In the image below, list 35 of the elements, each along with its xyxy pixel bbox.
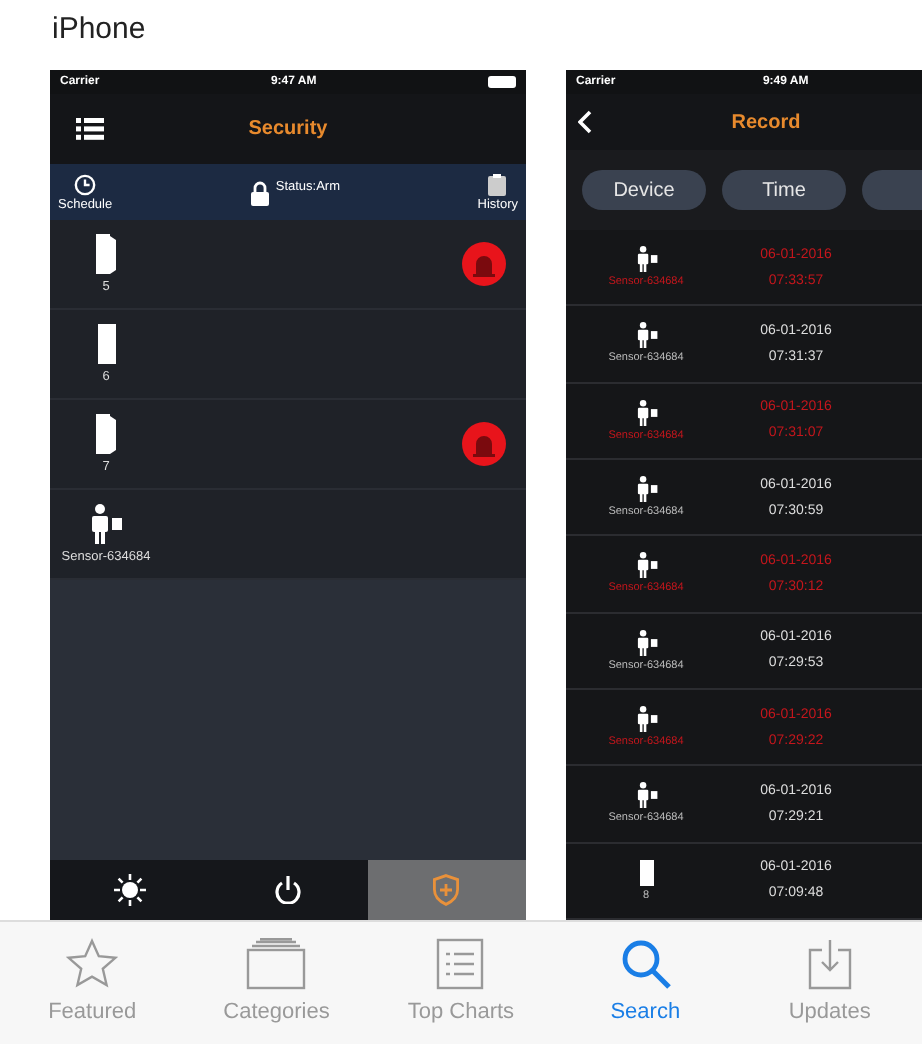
download-tray-icon [807, 938, 852, 990]
person-sensor-icon [635, 322, 657, 349]
lock-icon [249, 179, 270, 205]
person-sensor-icon [635, 629, 657, 656]
person-sensor-icon [635, 476, 657, 503]
alarm-siren-icon[interactable] [462, 242, 506, 286]
list-icon [436, 938, 485, 990]
clipboard-icon[interactable] [488, 173, 507, 195]
page-title: iPhone [50, 10, 148, 50]
person-sensor-icon[interactable] [90, 504, 122, 544]
person-sensor-icon [635, 782, 657, 809]
tab-bar-item[interactable]: Search [565, 938, 726, 1044]
screen-title: Record [731, 111, 801, 133]
power-icon [273, 876, 302, 904]
stacked-trays-icon [246, 938, 307, 990]
door-icon [639, 859, 653, 886]
back-chevron-icon[interactable] [578, 110, 592, 134]
door-icon[interactable] [97, 324, 115, 364]
shield-icon [432, 874, 461, 906]
filter-button[interactable]: Time [722, 170, 846, 210]
screen-title: Security [248, 118, 328, 140]
sun-icon [113, 874, 146, 906]
battery-icon [487, 76, 516, 88]
person-sensor-icon [635, 706, 657, 733]
star-icon [66, 938, 119, 990]
door-icon[interactable] [96, 414, 116, 454]
search-icon [619, 938, 672, 990]
person-sensor-icon [635, 399, 657, 426]
filter-button[interactable]: Device [582, 170, 706, 210]
door-icon[interactable] [96, 234, 116, 274]
clock-icon[interactable] [74, 173, 97, 195]
person-sensor-icon [635, 246, 657, 273]
alarm-siren-icon[interactable] [462, 422, 506, 466]
person-sensor-icon [635, 552, 657, 579]
menu-icon[interactable] [76, 118, 104, 140]
